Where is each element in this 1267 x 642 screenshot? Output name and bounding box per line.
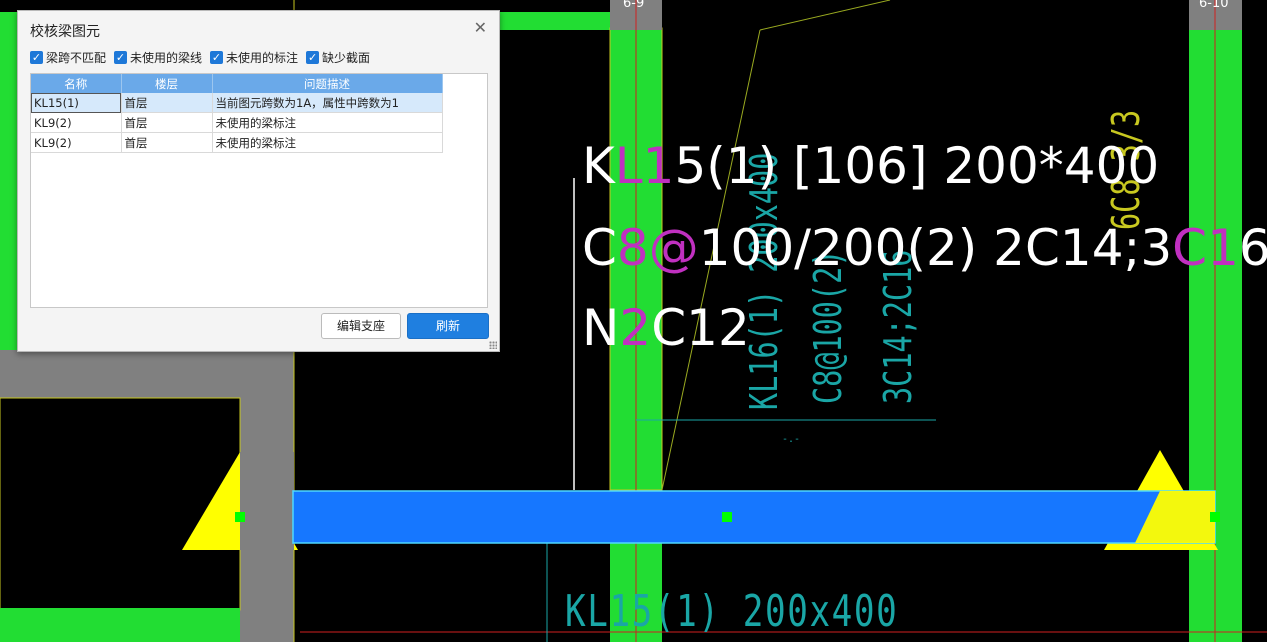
checkbox-checked-icon[interactable]: ✓	[306, 51, 320, 64]
checkbox-checked-icon[interactable]: ✓	[114, 51, 128, 64]
close-icon[interactable]: ✕	[474, 20, 487, 36]
cyan-mark: -.-	[782, 434, 800, 445]
cell-description[interactable]: 当前图元跨数为1A，属性中跨数为1	[212, 93, 443, 113]
filter-span-mismatch[interactable]: ✓ 梁跨不匹配	[30, 49, 106, 66]
filter-unused-annotation[interactable]: ✓ 未使用的标注	[210, 49, 298, 66]
cell-description[interactable]: 未使用的梁标注	[212, 112, 443, 133]
check-beam-dialog[interactable]: 校核梁图元 ✕ ✓ 梁跨不匹配 ✓ 未使用的梁线 ✓ 未使用的标注 ✓ 缺少截面 名称 …	[17, 10, 500, 352]
issues-table: 名称 楼层 问题描述 KL15(1) 首层 当前图元跨数为1A，属性中跨数为1 …	[31, 74, 443, 153]
checkbox-checked-icon[interactable]: ✓	[210, 51, 224, 64]
column-header-floor[interactable]: 楼层	[121, 74, 213, 93]
cell-name[interactable]: KL15(1)	[31, 93, 122, 113]
axis-label-6-9: 6-9	[623, 0, 645, 11]
grip-left[interactable]	[235, 512, 245, 522]
cell-floor[interactable]: 首层	[121, 112, 213, 133]
cell-name[interactable]: KL9(2)	[31, 132, 122, 153]
column-header-description[interactable]: 问题描述	[212, 74, 443, 93]
column-green-bottom-left	[0, 608, 240, 642]
cell-description[interactable]: 未使用的梁标注	[212, 132, 443, 153]
refresh-button[interactable]: 刷新	[407, 313, 489, 339]
dialog-title: 校核梁图元	[30, 24, 100, 40]
table-header: 名称 楼层 问题描述	[31, 74, 443, 93]
table-row[interactable]: KL15(1) 首层 当前图元跨数为1A，属性中跨数为1	[31, 93, 443, 113]
annotation-line-2[interactable]: C8@100/200(2) 2C14;3C16	[582, 216, 1267, 280]
annotation-line-3[interactable]: N2C12	[582, 296, 750, 360]
issues-grid[interactable]: 名称 楼层 问题描述 KL15(1) 首层 当前图元跨数为1A，属性中跨数为1 …	[30, 73, 488, 308]
filter-unused-beam-line[interactable]: ✓ 未使用的梁线	[114, 49, 202, 66]
column-green-left	[0, 30, 18, 350]
table-row[interactable]: KL9(2) 首层 未使用的梁标注	[31, 132, 443, 153]
table-row[interactable]: KL9(2) 首层 未使用的梁标注	[31, 112, 443, 133]
annotation-line-1[interactable]: KL15(1) [106] 200*400	[582, 134, 1159, 198]
grip-middle[interactable]	[722, 512, 732, 522]
grip-right[interactable]	[1210, 512, 1220, 522]
beam-label-bottom: KL15(1) 200x400	[565, 586, 899, 637]
wall-cover	[240, 452, 294, 550]
cell-floor[interactable]: 首层	[121, 132, 213, 153]
column-header-name[interactable]: 名称	[31, 74, 122, 93]
checkbox-checked-icon[interactable]: ✓	[30, 51, 43, 64]
axis-label-6-10: 6-10	[1199, 0, 1229, 11]
cell-name[interactable]: KL9(2)	[31, 112, 122, 133]
room-black-left	[0, 397, 241, 611]
resize-grip-icon[interactable]	[489, 341, 497, 349]
cell-floor[interactable]: 首层	[121, 93, 213, 113]
filter-checkboxes: ✓ 梁跨不匹配 ✓ 未使用的梁线 ✓ 未使用的标注 ✓ 缺少截面	[30, 49, 370, 66]
beam-kl15-selected[interactable]	[292, 490, 1216, 544]
filter-missing-section[interactable]: ✓ 缺少截面	[306, 49, 370, 66]
edit-support-button[interactable]: 编辑支座	[321, 313, 401, 339]
